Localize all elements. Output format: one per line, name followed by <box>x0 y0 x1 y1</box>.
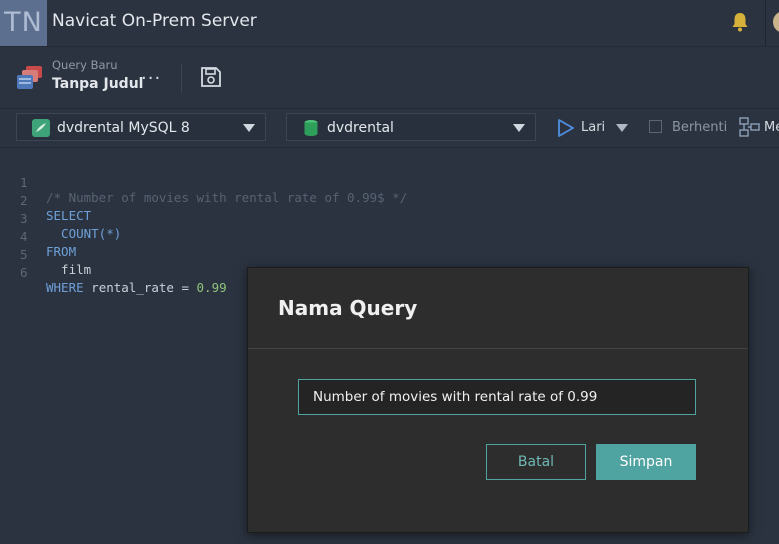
code-text-where-line: WHERE rental_rate = 0.99 <box>46 280 227 295</box>
model-icon[interactable] <box>739 117 761 137</box>
code-line: 6 WHERE rental_rate = 0.99 <box>0 250 227 295</box>
line-number: 6 <box>20 265 28 280</box>
chevron-down-icon <box>513 124 525 132</box>
dialog-divider <box>248 348 748 349</box>
bell-icon[interactable] <box>730 11 750 33</box>
mysql-connection-icon <box>32 119 50 137</box>
code-line: 4 FROM <box>0 214 76 259</box>
topbar-divider <box>765 0 766 46</box>
play-icon[interactable] <box>557 118 575 138</box>
header-divider <box>181 64 182 92</box>
query-subtitle: Query Baru <box>52 58 118 72</box>
run-options-chevron-icon[interactable] <box>616 124 628 132</box>
more-options-button[interactable]: ··· <box>141 68 161 89</box>
app-logo: TN <box>0 0 47 46</box>
code-text: film <box>46 262 92 277</box>
query-name-input[interactable] <box>298 379 696 415</box>
code-line: 1 /* Number of movies with rental rate o… <box>0 160 407 205</box>
stop-button: Berhenti <box>672 120 728 135</box>
database-icon <box>304 120 318 136</box>
save-button[interactable]: Simpan <box>596 444 696 480</box>
cancel-button[interactable]: Batal <box>486 444 586 480</box>
number-literal: 0.99 <box>196 280 227 295</box>
stop-icon <box>649 120 662 133</box>
code-text: /* Number of movies with rental rate of … <box>46 190 408 205</box>
code-text: SELECT <box>46 208 92 223</box>
query-name-dialog: Nama Query Batal Simpan <box>247 267 749 533</box>
database-select-value: dvdrental <box>327 120 394 136</box>
run-button[interactable]: Lari <box>581 120 605 135</box>
model-button-label[interactable]: Me <box>764 120 779 135</box>
query-name[interactable]: Tanpa Judul <box>52 76 143 92</box>
code-line: 3 COUNT(*) <box>0 196 121 241</box>
code-line: 2 SELECT <box>0 178 91 223</box>
connection-select[interactable]: dvdrental MySQL 8 <box>16 113 266 141</box>
chevron-down-icon <box>243 124 255 132</box>
app-title: Navicat On-Prem Server <box>52 11 257 31</box>
code-line: 5 film <box>0 232 91 277</box>
query-icon <box>17 66 42 89</box>
connection-select-value: dvdrental MySQL 8 <box>57 120 190 136</box>
dialog-title: Nama Query <box>278 296 418 320</box>
code-text: FROM <box>46 244 77 259</box>
save-icon[interactable] <box>200 66 222 88</box>
keyword-where: WHERE <box>46 280 84 295</box>
code-text: COUNT(*) <box>46 226 122 241</box>
database-select[interactable]: dvdrental <box>286 113 536 141</box>
